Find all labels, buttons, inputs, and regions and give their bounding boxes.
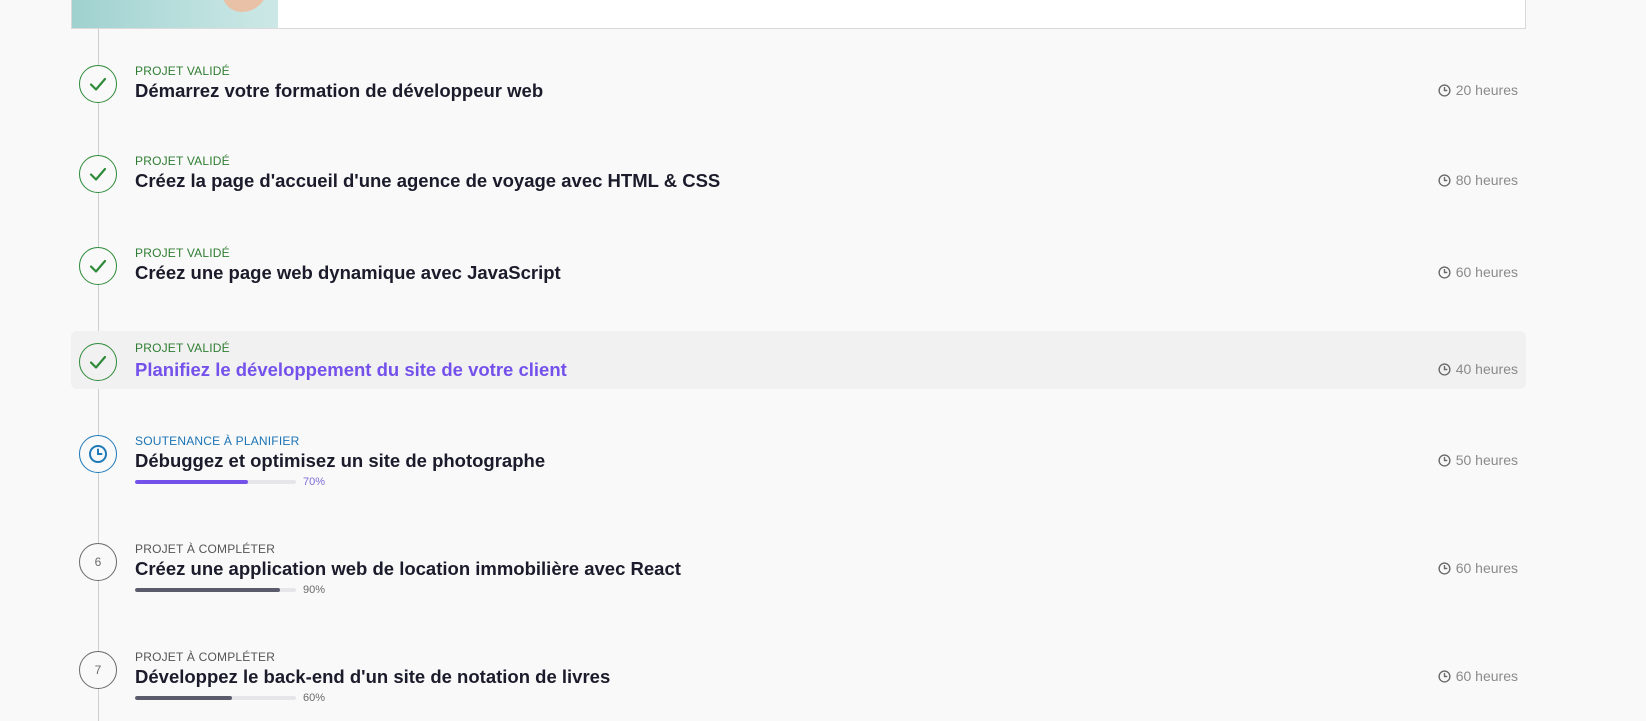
project-status: PROJET VALIDÉ bbox=[135, 154, 230, 168]
duration-label: 60 heures bbox=[1455, 668, 1518, 684]
project-item[interactable]: PROJET VALIDÉ Créez une page web dynamiq… bbox=[71, 239, 1526, 297]
clock-icon bbox=[79, 435, 117, 473]
clock-icon bbox=[1438, 453, 1451, 467]
project-progress: 90% bbox=[135, 584, 325, 596]
project-timeline-page: PROJET VALIDÉ Démarrez votre formation d… bbox=[0, 0, 1646, 721]
project-progress: 60% bbox=[135, 692, 325, 704]
project-status: PROJET À COMPLÉTER bbox=[135, 542, 276, 556]
check-icon bbox=[79, 343, 117, 381]
clock-icon bbox=[1438, 83, 1451, 97]
duration-label: 20 heures bbox=[1455, 82, 1518, 98]
project-status: PROJET À COMPLÉTER bbox=[135, 650, 276, 664]
project-progress: 70% bbox=[135, 476, 325, 488]
project-item[interactable]: 7 PROJET À COMPLÉTER Développez le back-… bbox=[71, 643, 1526, 704]
project-item[interactable]: 6 PROJET À COMPLÉTER Créez une applicati… bbox=[71, 535, 1526, 596]
project-item[interactable]: SOUTENANCE À PLANIFIER Débuggez et optim… bbox=[71, 427, 1526, 488]
clock-icon bbox=[1438, 669, 1451, 683]
project-status: PROJET VALIDÉ bbox=[135, 341, 230, 355]
duration-label: 80 heures bbox=[1455, 172, 1518, 188]
progress-track bbox=[135, 696, 296, 700]
duration-label: 60 heures bbox=[1455, 560, 1518, 576]
duration-label: 40 heures bbox=[1455, 361, 1518, 377]
project-duration: 50 heures bbox=[1438, 452, 1518, 468]
project-title[interactable]: Créez une application web de location im… bbox=[135, 558, 681, 580]
hand-illustration bbox=[222, 0, 268, 12]
clock-icon bbox=[1438, 362, 1451, 376]
progress-label: 90% bbox=[303, 584, 326, 596]
progress-track bbox=[135, 480, 296, 484]
step-number-badge: 7 bbox=[79, 651, 117, 689]
project-item[interactable]: PROJET VALIDÉ Créez la page d'accueil d'… bbox=[71, 147, 1526, 205]
project-duration: 60 heures bbox=[1438, 264, 1518, 280]
project-title[interactable]: Planifiez le développement du site de vo… bbox=[135, 359, 567, 381]
progress-fill bbox=[135, 588, 280, 592]
project-title[interactable]: Débuggez et optimisez un site de photogr… bbox=[135, 450, 545, 472]
project-duration: 80 heures bbox=[1438, 172, 1518, 188]
project-duration: 60 heures bbox=[1438, 560, 1518, 576]
project-duration: 60 heures bbox=[1438, 668, 1518, 684]
step-number-badge: 6 bbox=[79, 543, 117, 581]
progress-label: 60% bbox=[303, 692, 326, 704]
project-title[interactable]: Démarrez votre formation de développeur … bbox=[135, 80, 543, 102]
progress-fill bbox=[135, 480, 248, 484]
check-icon bbox=[79, 155, 117, 193]
clock-icon bbox=[1438, 561, 1451, 575]
progress-fill bbox=[135, 696, 232, 700]
project-duration: 40 heures bbox=[1438, 361, 1518, 377]
project-title[interactable]: Créez la page d'accueil d'une agence de … bbox=[135, 170, 720, 192]
duration-label: 60 heures bbox=[1455, 264, 1518, 280]
project-item[interactable]: PROJET VALIDÉ Démarrez votre formation d… bbox=[71, 57, 1526, 115]
project-title[interactable]: Créez une page web dynamique avec JavaSc… bbox=[135, 262, 561, 284]
project-item-active[interactable]: PROJET VALIDÉ Planifiez le développement… bbox=[71, 331, 1526, 389]
project-status: SOUTENANCE À PLANIFIER bbox=[135, 434, 300, 448]
clock-icon bbox=[1438, 265, 1451, 279]
progress-track bbox=[135, 588, 296, 592]
project-title[interactable]: Développez le back-end d'un site de nota… bbox=[135, 666, 610, 688]
check-icon bbox=[79, 247, 117, 285]
path-header-card bbox=[71, 0, 1526, 29]
check-icon bbox=[79, 65, 117, 103]
project-duration: 20 heures bbox=[1438, 82, 1518, 98]
clock-icon bbox=[1438, 173, 1451, 187]
project-status: PROJET VALIDÉ bbox=[135, 246, 230, 260]
progress-label: 70% bbox=[303, 476, 326, 488]
path-header-image bbox=[72, 0, 278, 28]
project-status: PROJET VALIDÉ bbox=[135, 64, 230, 78]
duration-label: 50 heures bbox=[1455, 452, 1518, 468]
